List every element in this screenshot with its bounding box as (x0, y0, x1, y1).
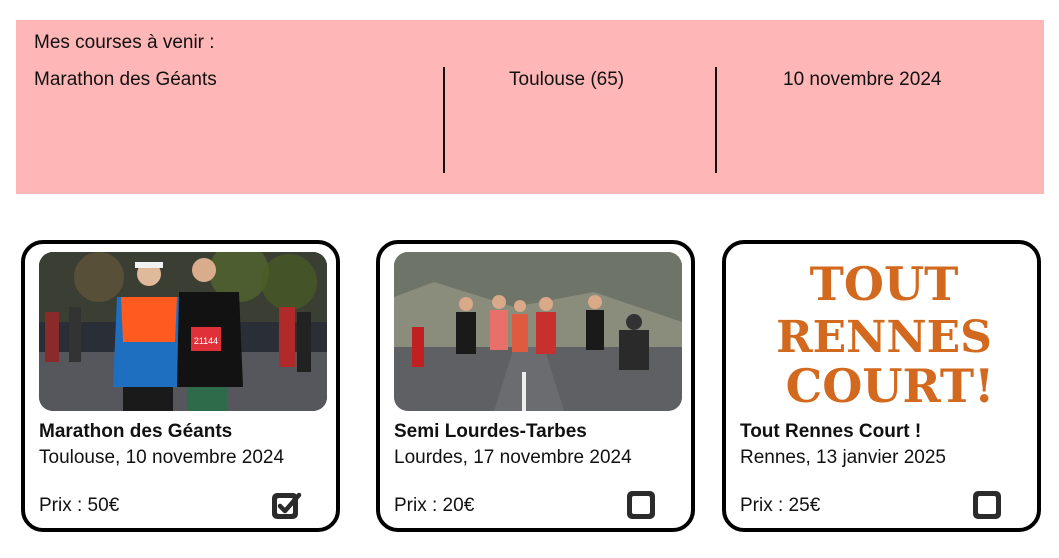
race-card-subtitle: Lourdes, 17 novembre 2024 (394, 447, 632, 468)
race-photo (394, 252, 682, 411)
upcoming-races-panel: Mes courses à venir : Marathon des Géant… (16, 20, 1044, 194)
race-card-price: Prix : 25€ (740, 495, 821, 516)
race-photo: 21144 (39, 252, 327, 411)
bib-number: 21144 (194, 336, 218, 346)
race-card-marathon-des-geants[interactable]: 21144 Marathon des Géants Toulouse, 10 n… (21, 240, 340, 532)
checked-checkbox-icon[interactable] (270, 489, 302, 521)
unchecked-checkbox-icon[interactable] (971, 489, 1003, 521)
race-card-title: Semi Lourdes-Tarbes (394, 421, 587, 442)
upcoming-races-heading: Mes courses à venir : (34, 32, 215, 53)
race-card-title: Tout Rennes Court ! (740, 421, 922, 442)
race-card-price: Prix : 50€ (39, 495, 120, 516)
upcoming-race-date: 10 novembre 2024 (783, 69, 942, 90)
race-card-semi-lourdes-tarbes[interactable]: Semi Lourdes-Tarbes Lourdes, 17 novembre… (376, 240, 695, 532)
race-card-title: Marathon des Géants (39, 421, 233, 442)
race-logo: TOUT RENNES COURT! (740, 252, 1028, 411)
logo-line-2: RENNES (776, 312, 992, 363)
upcoming-race-location: Toulouse (65) (509, 69, 625, 90)
race-card-subtitle: Toulouse, 10 novembre 2024 (39, 447, 285, 468)
race-card-tout-rennes-court[interactable]: TOUT RENNES COURT! Tout Rennes Court ! R… (722, 240, 1041, 532)
logo-line-1: TOUT (810, 257, 959, 311)
unchecked-checkbox-icon[interactable] (625, 489, 657, 521)
column-divider (715, 67, 717, 173)
race-card-price: Prix : 20€ (394, 495, 475, 516)
logo-line-3: COURT! (786, 359, 995, 411)
race-card-subtitle: Rennes, 13 janvier 2025 (740, 447, 946, 468)
column-divider (443, 67, 445, 173)
upcoming-race-name[interactable]: Marathon des Géants (34, 69, 217, 91)
